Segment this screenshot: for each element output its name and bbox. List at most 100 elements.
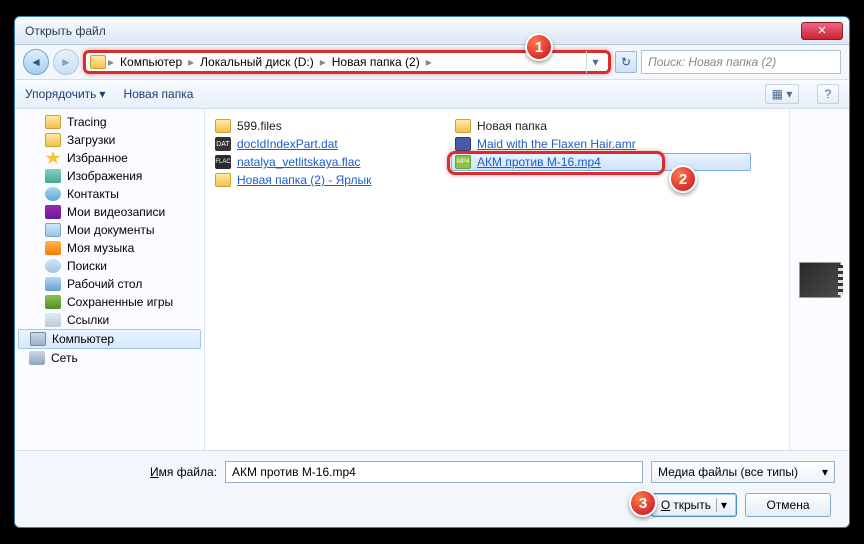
file-item-label: Новая папка [477, 119, 547, 133]
sidebar-item-label: Изображения [67, 169, 142, 183]
sidebar-item-label: Ссылки [67, 313, 109, 327]
sidebar-item-label: Моя музыка [67, 241, 134, 255]
file-item-label: natalya_vetlitskaya.flac [237, 155, 360, 169]
organize-menu[interactable]: Упорядочить ▾ [25, 87, 105, 101]
file-item[interactable]: 599.files [211, 117, 451, 135]
open-file-dialog: Открыть файл ✕ ◄ ► ▸ Компьютер ▸ Локальн… [14, 16, 850, 528]
address-dropdown[interactable]: ▾ [586, 51, 604, 73]
filename-label: Имя файла: [29, 465, 217, 479]
open-button[interactable]: Открыть ▾ [651, 493, 737, 517]
img-icon [45, 169, 61, 183]
video-thumbnail [799, 262, 841, 298]
sidebar-item-label: Контакты [67, 187, 119, 201]
back-button[interactable]: ◄ [23, 49, 49, 75]
sidebar-item[interactable]: Ссылки [15, 311, 204, 329]
doc-icon [45, 223, 61, 237]
game-icon [45, 295, 61, 309]
refresh-button[interactable]: ↻ [615, 51, 637, 73]
sidebar-item-label: Мои документы [67, 223, 154, 237]
nav-row: ◄ ► ▸ Компьютер ▸ Локальный диск (D:) ▸ … [15, 45, 849, 79]
sidebar-item-label: Мои видеозаписи [67, 205, 165, 219]
sidebar-item-label: Загрузки [67, 133, 115, 147]
sidebar-item-label: Рабочий стол [67, 277, 142, 291]
chevron-down-icon: ▾ [716, 498, 727, 512]
callout-1: 1 [525, 33, 553, 61]
folder-icon [455, 119, 471, 133]
folder-icon [215, 119, 231, 133]
chevron-right-icon[interactable]: ▸ [320, 55, 326, 69]
file-item[interactable]: DAT docIdIndexPart.dat [211, 135, 451, 153]
file-item-label: Maid with the Flaxen Hair.amr [477, 137, 636, 151]
chevron-right-icon[interactable]: ▸ [108, 55, 114, 69]
preview-pane [789, 109, 849, 450]
chevron-down-icon: ▾ [99, 87, 105, 101]
dat-icon: DAT [215, 137, 231, 151]
close-button[interactable]: ✕ [801, 22, 843, 40]
chevron-right-icon[interactable]: ▸ [188, 55, 194, 69]
filter-label: Медиа файлы (все типы) [658, 465, 798, 479]
folder-icon [45, 133, 61, 147]
star-icon [45, 151, 61, 165]
file-type-filter[interactable]: Медиа файлы (все типы) ▾ [651, 461, 835, 483]
sidebar-item-label: Tracing [67, 115, 107, 129]
sidebar-item[interactable]: Избранное [15, 149, 204, 167]
file-item[interactable]: FLACnatalya_vetlitskaya.flac [211, 153, 451, 171]
sidebar-item[interactable]: Изображения [15, 167, 204, 185]
help-button[interactable]: ? [817, 84, 839, 104]
file-item[interactable]: MP4АКМ против М-16.mp4 [451, 153, 751, 171]
sidebar-item-label: Избранное [67, 151, 128, 165]
user-icon [45, 187, 61, 201]
file-item[interactable]: Новая папка (2) - Ярлык [211, 171, 451, 189]
callout-3: 3 [629, 489, 657, 517]
file-item-label: 599.files [237, 119, 282, 133]
chevron-down-icon: ▾ [822, 465, 828, 479]
sidebar-item[interactable]: Загрузки [15, 131, 204, 149]
dialog-body: Tracing Загрузки Избранное Изображения Конта… [15, 109, 849, 450]
sidebar-item-label: Компьютер [52, 332, 114, 346]
button-row: 3 Открыть ▾ Отмена [29, 493, 835, 517]
cancel-button[interactable]: Отмена [745, 493, 831, 517]
sidebar-item[interactable]: Рабочий стол [15, 275, 204, 293]
folder-icon [45, 115, 61, 129]
desk-icon [45, 277, 61, 291]
toolbar: Упорядочить ▾ Новая папка ▦ ▾ ? [15, 79, 849, 109]
sidebar-item[interactable]: Контакты [15, 185, 204, 203]
bottom-panel: Имя файла: Медиа файлы (все типы) ▾ 3 От… [15, 450, 849, 527]
filename-input[interactable] [225, 461, 643, 483]
file-list[interactable]: 599.files DAT docIdIndexPart.dat FLACnataly… [205, 109, 789, 450]
titlebar[interactable]: Открыть файл ✕ [15, 17, 849, 45]
sidebar-item[interactable]: Сеть [15, 349, 204, 367]
search-icon [45, 259, 61, 273]
sidebar-item[interactable]: Поиски [15, 257, 204, 275]
search-input[interactable]: Поиск: Новая папка (2) [641, 50, 841, 74]
net-icon [29, 351, 45, 365]
sidebar-item-label: Поиски [67, 259, 107, 273]
sidebar-item[interactable]: Компьютер [18, 329, 201, 349]
sidebar-item[interactable]: Мои видеозаписи [15, 203, 204, 221]
new-folder-button[interactable]: Новая папка [123, 87, 193, 101]
sidebar-item-label: Сеть [51, 351, 78, 365]
amr-icon [455, 137, 471, 151]
breadcrumb-item[interactable]: Компьютер [116, 55, 186, 69]
sidebar-item[interactable]: Мои документы [15, 221, 204, 239]
chevron-right-icon[interactable]: ▸ [426, 55, 432, 69]
view-mode-button[interactable]: ▦ ▾ [765, 84, 799, 104]
link-icon [45, 313, 61, 327]
folder-icon [90, 55, 106, 69]
file-item[interactable]: Maid with the Flaxen Hair.amr [451, 135, 751, 153]
breadcrumb-item[interactable]: Локальный диск (D:) [196, 55, 318, 69]
comp-icon [30, 332, 46, 346]
callout-2: 2 [669, 165, 697, 193]
sidebar[interactable]: Tracing Загрузки Избранное Изображения Конта… [15, 109, 205, 450]
file-item[interactable]: Новая папка [451, 117, 751, 135]
filename-row: Имя файла: Медиа файлы (все типы) ▾ [29, 461, 835, 483]
sidebar-item[interactable]: Tracing [15, 113, 204, 131]
breadcrumb-item[interactable]: Новая папка (2) [328, 55, 424, 69]
file-item-label: Новая папка (2) - Ярлык [237, 173, 371, 187]
sidebar-item-label: Сохраненные игры [67, 295, 173, 309]
vid-icon [45, 205, 61, 219]
sidebar-item[interactable]: Моя музыка [15, 239, 204, 257]
forward-button[interactable]: ► [53, 49, 79, 75]
file-item-label: docIdIndexPart.dat [237, 137, 338, 151]
sidebar-item[interactable]: Сохраненные игры [15, 293, 204, 311]
